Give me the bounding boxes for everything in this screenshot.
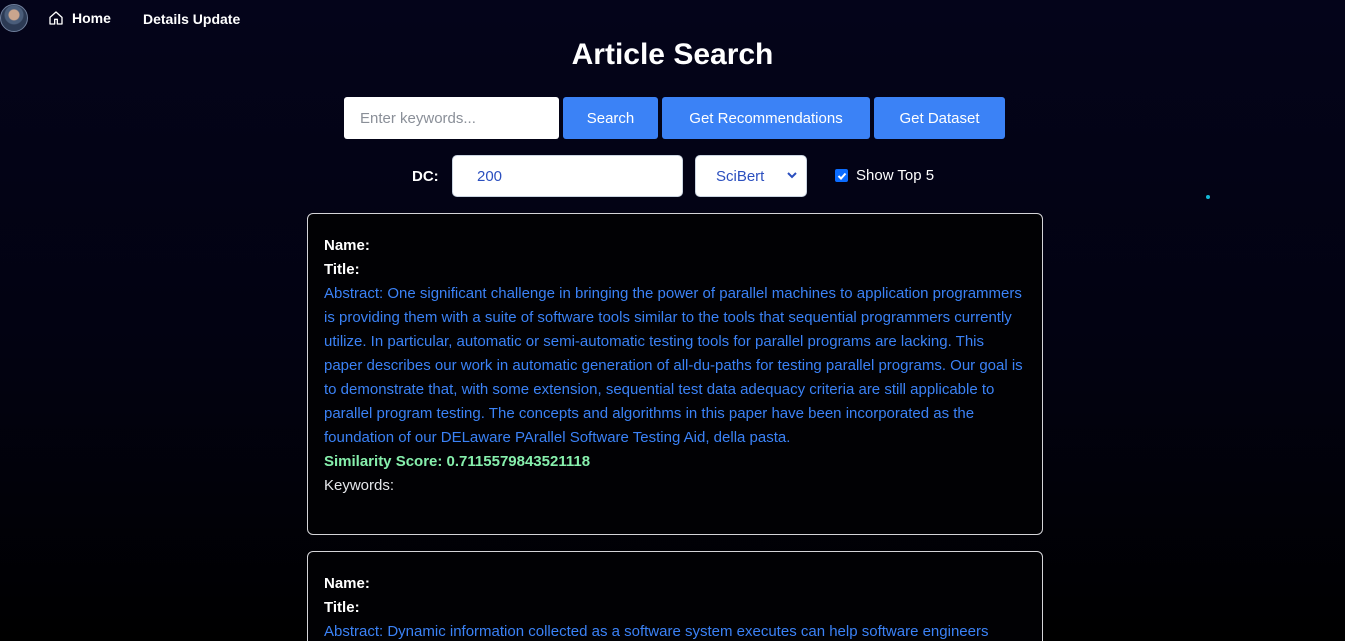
result-title-label: Title: — [324, 261, 360, 278]
dc-label: DC: — [412, 168, 439, 185]
dc-input[interactable] — [452, 155, 683, 197]
chevron-down-icon — [787, 172, 797, 179]
search-input[interactable] — [344, 97, 559, 139]
result-keywords: Keywords: — [324, 477, 395, 494]
navbar: Home Details Update — [0, 0, 1345, 38]
model-select[interactable]: SciBert — [695, 155, 807, 197]
result-abstract: Abstract: Dynamic information collected … — [324, 623, 989, 640]
result-name-label: Name: — [324, 237, 370, 254]
result-card: Name: Title: Abstract: Dynamic informati… — [307, 551, 1043, 641]
show-top5-checkbox[interactable] — [835, 169, 848, 182]
get-dataset-button[interactable]: Get Dataset — [874, 97, 1005, 139]
search-button[interactable]: Search — [563, 97, 658, 139]
nav-home-link[interactable]: Home — [48, 10, 111, 26]
result-title-label: Title: — [324, 599, 360, 616]
nav-details-update-link[interactable]: Details Update — [143, 11, 240, 27]
show-top5-toggle[interactable]: Show Top 5 — [835, 167, 934, 184]
article-search-page: Home Details Update Article Search Searc… — [0, 0, 1345, 641]
check-icon — [837, 172, 846, 180]
result-card: Name: Title: Abstract: One significant c… — [307, 213, 1043, 535]
page-title: Article Search — [571, 38, 774, 71]
result-name-label: Name: — [324, 575, 370, 592]
result-similarity-score: Similarity Score: 0.7115579843521118 — [324, 453, 591, 470]
avatar[interactable] — [0, 4, 28, 32]
result-abstract: Abstract: One significant challenge in b… — [324, 285, 1023, 446]
show-top5-label: Show Top 5 — [856, 167, 935, 184]
decorative-dot — [1206, 195, 1210, 199]
home-icon — [49, 11, 63, 25]
model-select-value: SciBert — [716, 167, 765, 185]
get-recommendations-button[interactable]: Get Recommendations — [662, 97, 870, 139]
nav-home-label: Home — [72, 10, 111, 26]
